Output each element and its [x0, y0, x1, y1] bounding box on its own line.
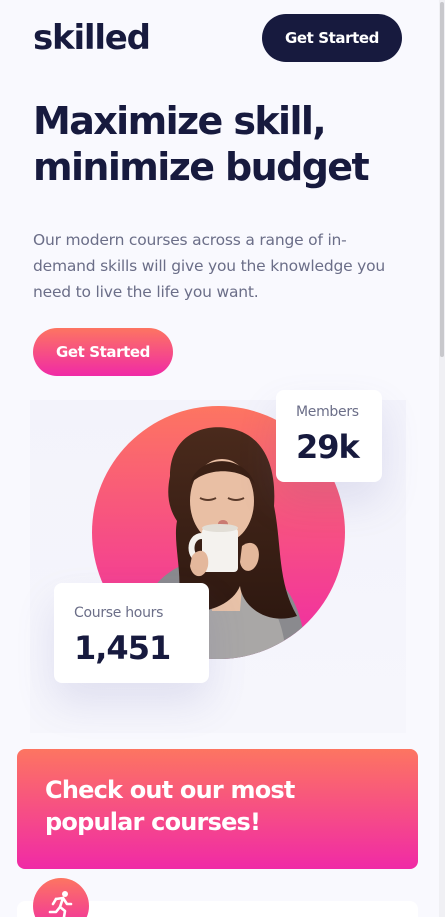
hero-title: Maximize skill, minimize budget [33, 99, 370, 189]
course-hours-stat-card: Course hours 1,451 [54, 583, 209, 683]
course-hours-stat-label: Course hours [74, 605, 164, 621]
hero-description: Our modern courses across a range of in-… [33, 231, 386, 301]
header-get-started-button[interactable]: Get Started [262, 14, 402, 62]
brand-logo[interactable]: skilled [33, 18, 151, 58]
page-scrollbar[interactable] [439, 0, 445, 917]
members-stat-card: Members 29k [276, 390, 382, 482]
site-header: skilled Get Started [0, 0, 445, 78]
members-stat-label: Members [296, 404, 359, 420]
running-person-glyph [48, 891, 73, 917]
course-hours-stat-value: 1,451 [74, 629, 171, 667]
promo-title: Check out our most popular courses! [45, 776, 295, 836]
popular-courses-promo-card: Check out our most popular courses! [17, 749, 418, 869]
members-stat-value: 29k [296, 428, 360, 466]
running-person-icon [33, 878, 89, 917]
hero-get-started-button[interactable]: Get Started [33, 328, 173, 376]
